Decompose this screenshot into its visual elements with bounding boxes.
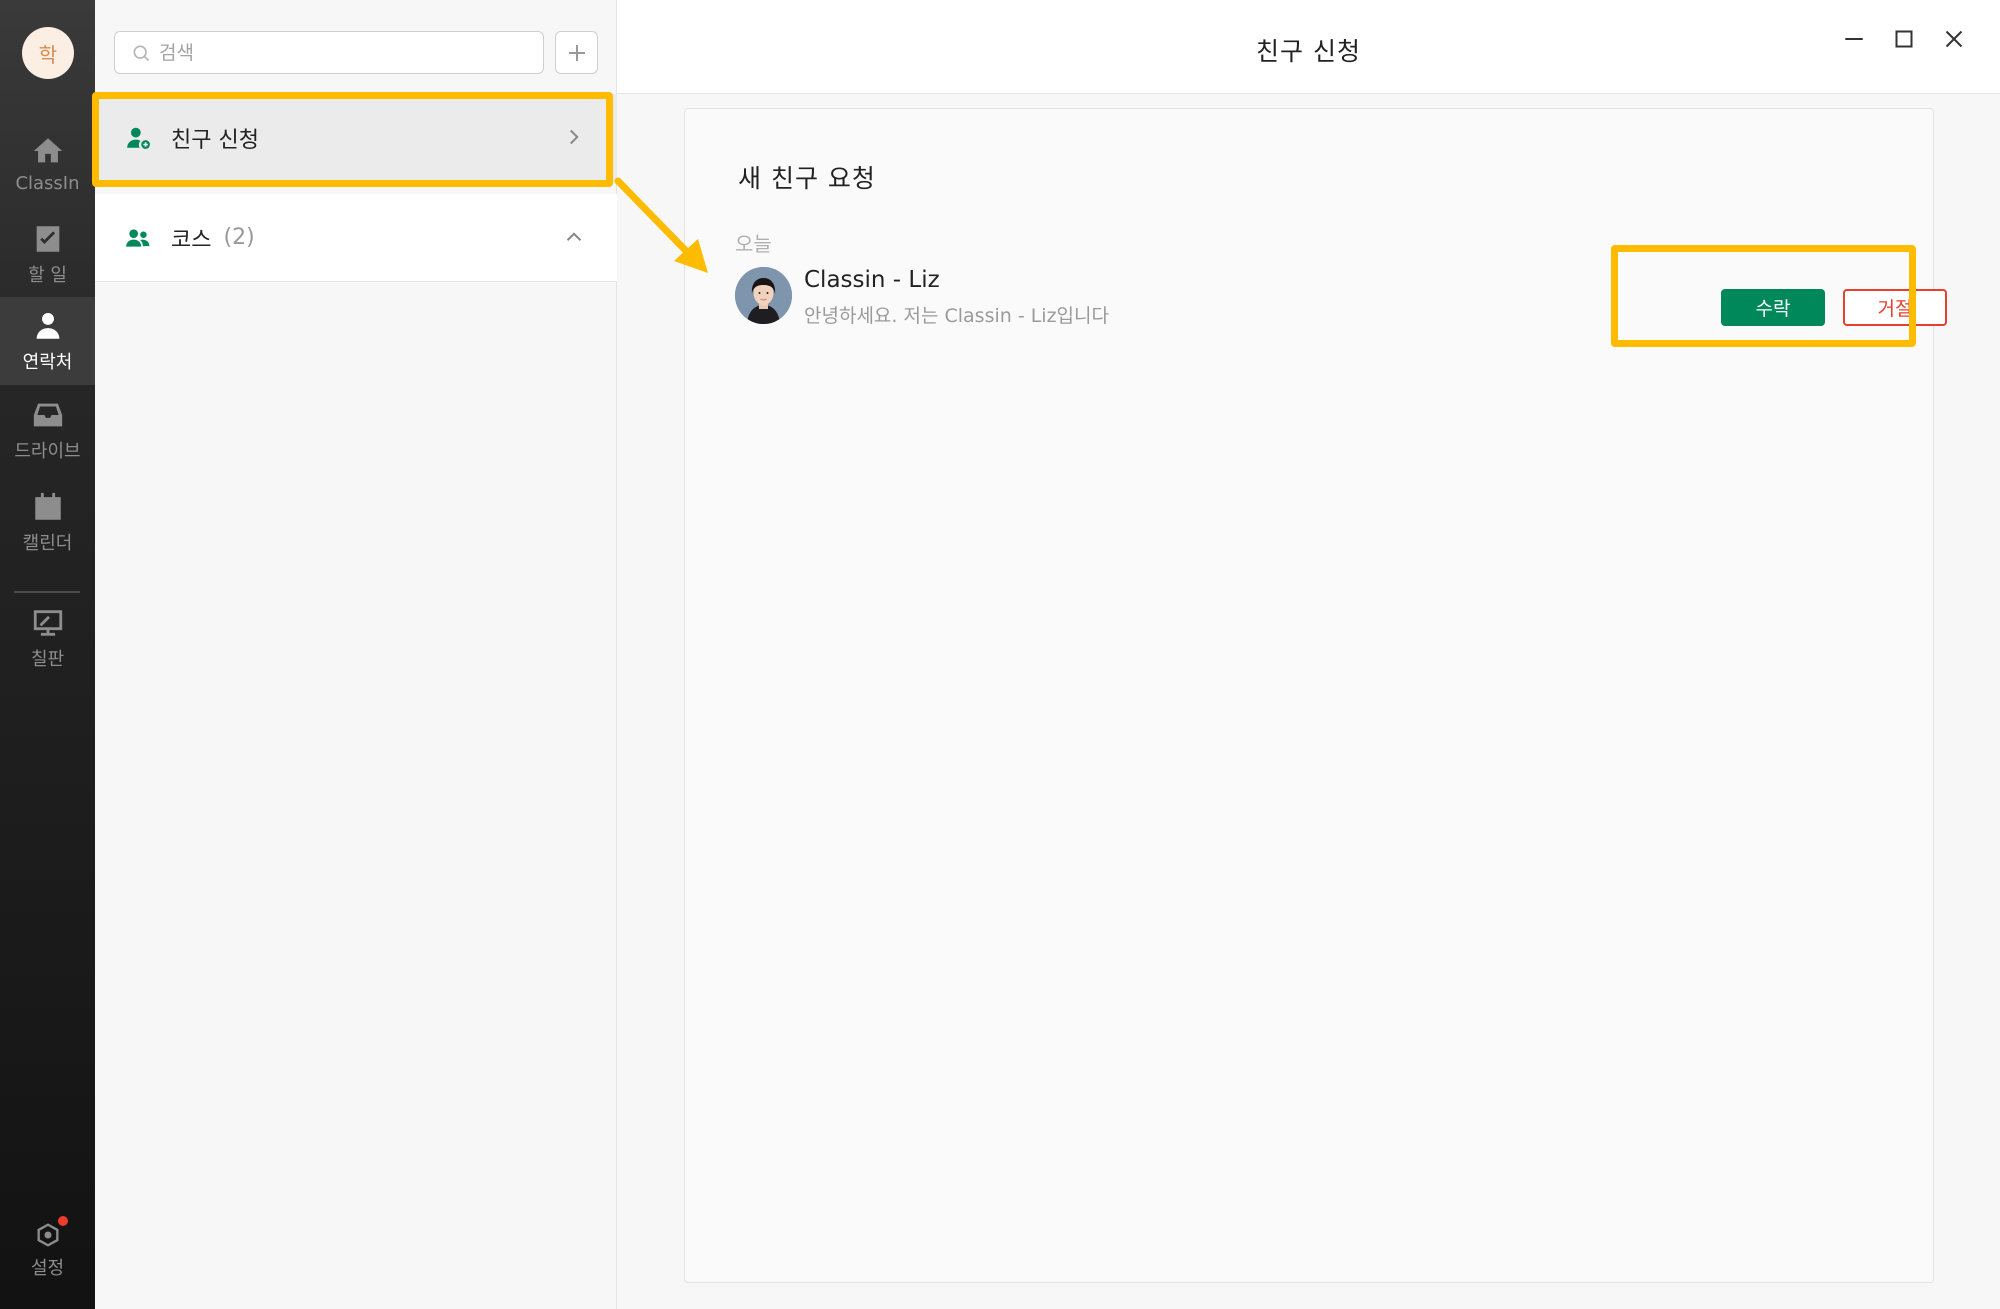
add-contact-button[interactable] <box>555 31 598 74</box>
friend-request-card: 새 친구 요청 오늘 Classin - Liz 안녕하세요. 저는 Class… <box>684 108 1947 1283</box>
friend-request-row[interactable]: 친구 신청 <box>95 94 617 182</box>
group-icon <box>126 228 150 247</box>
requester-avatar[interactable] <box>735 267 792 324</box>
nav-item-label: 캘린더 <box>22 532 73 554</box>
notification-dot <box>58 1216 68 1226</box>
requester-name: Classin - Liz <box>804 267 940 293</box>
nav-item-label: 칠판 <box>30 648 65 670</box>
nav-item-drive[interactable]: 드라이브 <box>0 386 95 474</box>
chevron-up-icon <box>566 232 582 241</box>
plus-icon <box>568 44 585 61</box>
nav-item-calendar[interactable]: 캘린더 <box>0 478 95 566</box>
user-avatar-initial: 학 <box>38 42 58 67</box>
calendar-icon <box>34 492 61 520</box>
nav-item-blackboard[interactable]: 칠판 <box>0 594 95 682</box>
user-avatar[interactable]: 학 <box>22 27 74 79</box>
requester-portrait <box>735 267 792 324</box>
friend-request-label: 친구 신청 <box>171 128 259 153</box>
blackboard-icon <box>33 609 62 636</box>
window-titlebar: 친구 신청 <box>617 0 2000 94</box>
search-input[interactable] <box>159 41 519 64</box>
search-icon <box>133 45 150 61</box>
nav-item-label: 드라이브 <box>14 440 81 462</box>
main-pane: 새 친구 요청 오늘 Classin - Liz 안녕하세요. 저는 Class… <box>617 94 2000 1309</box>
nav-divider <box>14 591 80 593</box>
home-icon <box>33 138 62 163</box>
nav-item-label: ClassIn <box>15 173 80 194</box>
nav-item-label: 연락처 <box>22 351 73 373</box>
date-group-label: 오늘 <box>735 232 772 256</box>
contacts-panel: 친구 신청 코스 (2) <box>95 0 617 1309</box>
new-requests-heading: 새 친구 요청 <box>738 164 876 193</box>
accept-button[interactable]: 수락 <box>1721 289 1825 326</box>
contacts-icon <box>36 312 59 339</box>
close-icon[interactable] <box>1939 24 1969 54</box>
nav-item-classin[interactable]: ClassIn <box>0 120 95 208</box>
request-message: 안녕하세요. 저는 Classin - Liz입니다 <box>804 305 1109 327</box>
checklist-icon <box>36 225 59 252</box>
nav-item-settings[interactable]: 설정 <box>0 1210 95 1290</box>
window-title: 친구 신청 <box>1256 37 1361 66</box>
minimize-icon[interactable] <box>1839 24 1869 54</box>
maximize-icon[interactable] <box>1889 24 1919 54</box>
course-group-row[interactable]: 코스 (2) <box>95 194 617 282</box>
reject-button[interactable]: 거절 <box>1843 289 1947 326</box>
nav-item-todo[interactable]: 할 일 <box>0 210 95 298</box>
nav-item-label: 할 일 <box>28 264 67 286</box>
search-box[interactable] <box>114 31 544 74</box>
nav-item-contacts[interactable]: 연락처 <box>0 297 95 385</box>
add-friend-icon <box>127 127 150 149</box>
nav-item-label: 설정 <box>30 1257 65 1279</box>
settings-hex-icon <box>37 1222 58 1247</box>
course-count: (2) <box>223 225 255 250</box>
chevron-right-icon <box>570 129 579 145</box>
drive-icon <box>33 403 62 426</box>
nav-rail: 학 ClassIn 할 일 연락처 드라이브 캘린더 칠판 설정 <box>0 0 95 1309</box>
course-label: 코스 <box>171 227 212 253</box>
